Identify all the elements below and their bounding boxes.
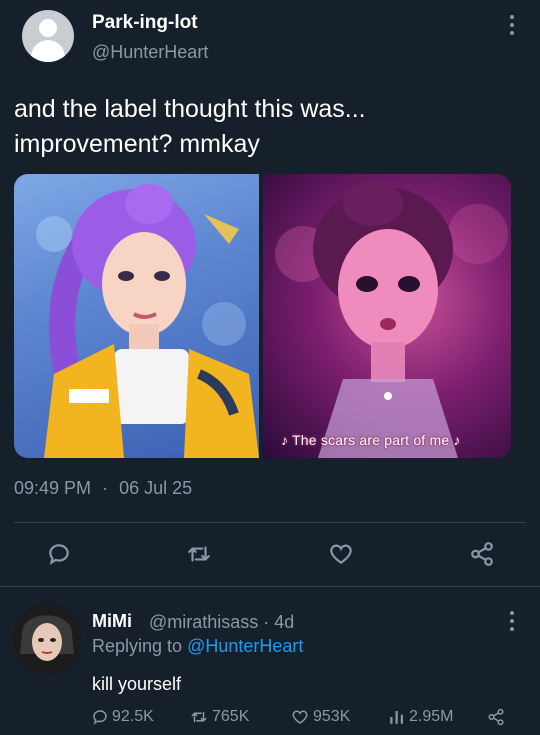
author-avatar[interactable]	[22, 10, 74, 62]
retweet-icon	[191, 711, 207, 723]
reply-count: 92.5K	[112, 708, 154, 725]
views-icon	[390, 711, 403, 724]
replying-to: Replying to @HunterHeart	[92, 636, 303, 657]
retweet-count: 765K	[212, 708, 250, 725]
author-name[interactable]: Park-ing-lot	[92, 12, 198, 34]
separator-dot: ·	[102, 478, 109, 498]
reply-author-name[interactable]: MiMi	[92, 611, 132, 632]
replying-prefix: Replying to	[92, 636, 188, 656]
like-count-button[interactable]: 953K	[290, 708, 350, 726]
tweet-text-line: improvement? mmkay	[14, 130, 260, 158]
animated-character-illustration	[36, 184, 259, 458]
tweet-date: 06 Jul 25	[119, 478, 193, 498]
like-count: 953K	[313, 708, 351, 725]
more-options-icon[interactable]	[506, 14, 518, 36]
mention-link[interactable]: @HunterHeart	[187, 636, 303, 656]
like-icon[interactable]	[328, 541, 354, 567]
animated-character-illustration	[275, 182, 508, 458]
views-count-button[interactable]: 2.95M	[388, 708, 453, 726]
tweet-time: 09:49 PM	[14, 478, 92, 498]
tweet-text-line: and the label thought this was...	[14, 95, 366, 123]
more-options-icon[interactable]	[506, 610, 518, 632]
share-icon	[488, 708, 504, 726]
reply-count-button[interactable]: 92.5K	[91, 708, 154, 726]
tweet-timestamp: 09:49 PM · 06 Jul 25	[14, 478, 198, 499]
media-image-right[interactable]: ♪ The scars are part of me ♪	[263, 174, 511, 458]
divider	[14, 522, 526, 523]
reply-avatar[interactable]	[12, 604, 82, 674]
reply-author-handle[interactable]: @mirathisass · 4d	[149, 612, 294, 633]
views-count: 2.95M	[409, 708, 454, 725]
like-icon	[292, 710, 308, 724]
image-caption: ♪ The scars are part of me ♪	[281, 432, 461, 448]
retweet-icon[interactable]	[186, 541, 212, 567]
reply-icon[interactable]	[46, 541, 72, 567]
share-icon[interactable]	[469, 541, 495, 567]
divider	[0, 586, 540, 587]
reply-text: kill yourself	[92, 674, 182, 694]
reply-icon	[93, 710, 107, 725]
share-button[interactable]	[486, 708, 509, 726]
media-image-left[interactable]	[14, 174, 259, 458]
tweet-text: and the label thought this was... improv…	[14, 92, 514, 162]
retweet-count-button[interactable]: 765K	[189, 708, 249, 726]
author-handle[interactable]: @HunterHeart	[92, 42, 208, 63]
